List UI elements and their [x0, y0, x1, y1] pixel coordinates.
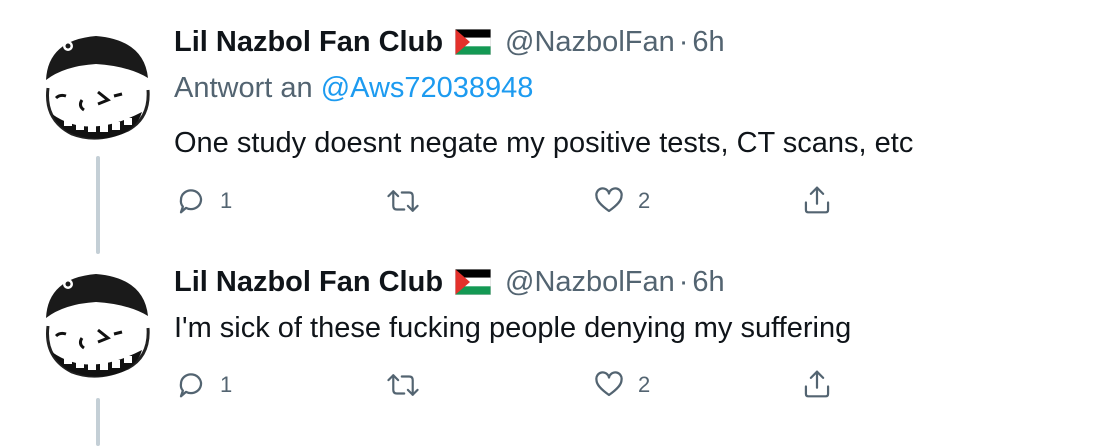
tweet-header: Lil Nazbol Fan Club @NazbolFan · 6h [174, 25, 725, 59]
retweet-button[interactable] [386, 186, 434, 216]
separator: · [678, 266, 689, 298]
heart-icon [594, 186, 624, 216]
reply-icon [176, 186, 206, 216]
reply-mention-link[interactable]: @Aws72038948 [321, 72, 534, 104]
handle[interactable]: @NazbolFan [505, 25, 675, 59]
tweet-text: One study doesnt negate my positive test… [174, 127, 914, 159]
avatar[interactable] [38, 30, 154, 146]
handle[interactable]: @NazbolFan [505, 265, 675, 299]
reply-button[interactable]: 1 [176, 186, 232, 216]
timestamp[interactable]: 6h [692, 25, 724, 59]
avatar[interactable] [38, 268, 154, 384]
like-count: 2 [638, 188, 651, 213]
share-icon [802, 368, 832, 400]
like-button[interactable]: 2 [594, 370, 650, 400]
reply-icon [176, 370, 206, 400]
reply-count: 1 [220, 188, 233, 213]
reply-button[interactable]: 1 [176, 370, 232, 400]
share-icon [802, 184, 832, 216]
reply-context: Antwort an @Aws72038948 [174, 71, 533, 105]
display-name[interactable]: Lil Nazbol Fan Club [174, 265, 443, 299]
heart-icon [594, 370, 624, 400]
reply-prefix: Antwort an [174, 72, 313, 104]
reply-count: 1 [220, 372, 233, 397]
display-name[interactable]: Lil Nazbol Fan Club [174, 25, 443, 59]
retweet-icon [386, 186, 420, 216]
like-button[interactable]: 2 [594, 186, 650, 216]
separator: · [678, 26, 689, 58]
share-button[interactable] [802, 368, 832, 400]
palestine-flag-icon [454, 28, 492, 56]
tweet-header: Lil Nazbol Fan Club @NazbolFan · 6h [174, 265, 725, 299]
timestamp[interactable]: 6h [692, 265, 724, 299]
tweet-text: I'm sick of these fucking people denying… [174, 312, 852, 344]
tweet[interactable]: Lil Nazbol Fan Club @NazbolFan · 6h I'm … [0, 240, 1117, 446]
palestine-flag-icon [454, 268, 492, 296]
retweet-icon [386, 370, 420, 400]
share-button[interactable] [802, 184, 832, 216]
tweet[interactable]: Lil Nazbol Fan Club @NazbolFan · 6h Antw… [0, 0, 1117, 240]
retweet-button[interactable] [386, 370, 434, 400]
like-count: 2 [638, 372, 651, 397]
